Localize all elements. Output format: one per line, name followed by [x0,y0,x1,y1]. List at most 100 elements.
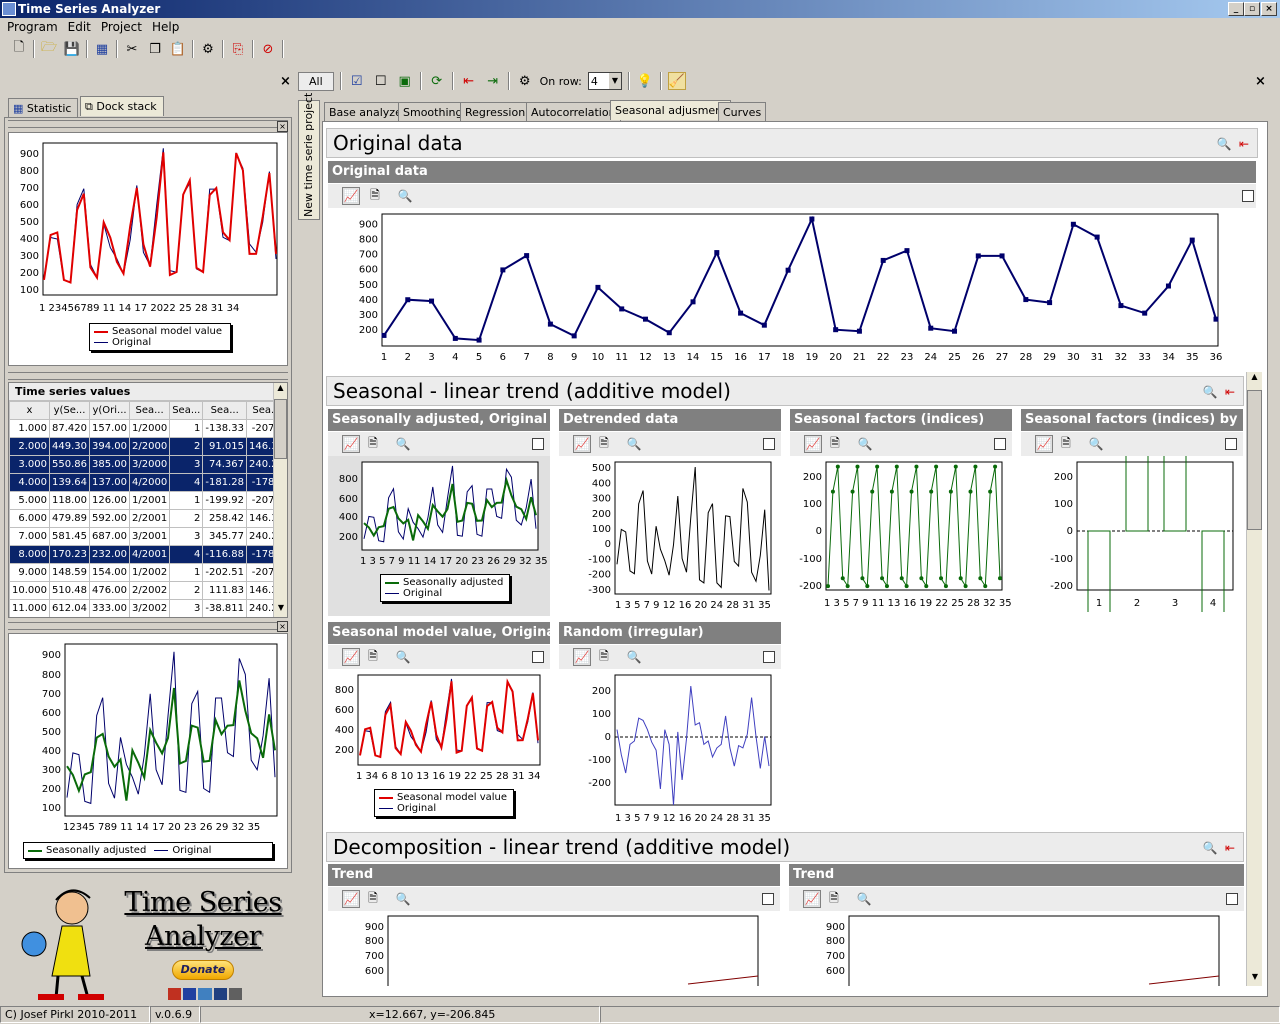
table-view-icon[interactable]: 🗎 [364,890,382,908]
table-view-icon[interactable]: 🗎 [366,187,384,205]
lightbulb-icon[interactable]: 💡 [636,72,654,90]
broom-icon[interactable]: 🧹 [667,72,686,90]
table-cell[interactable]: 3 [169,455,204,474]
chart-view-icon[interactable]: 📈 [803,890,821,908]
table-scrollbar[interactable]: ▲ ▼ [273,383,287,617]
zoom-icon[interactable]: 🔍 [1201,383,1219,401]
maximize-button[interactable]: ▫ [1244,2,1260,16]
table-cell[interactable]: 3.000 [9,455,50,474]
scroll-down-icon[interactable]: ▼ [1247,972,1263,986]
on-row-select[interactable]: 4 ▼ [587,72,622,90]
close-right-panel-icon[interactable]: × [1255,74,1266,89]
toggle-check-icon[interactable]: ▣ [396,72,414,90]
column-header[interactable]: y(Ori... [89,401,130,420]
table-cell[interactable]: 2/2001 [128,509,171,528]
copy-icon[interactable]: ❐ [146,40,164,58]
table-cell[interactable]: 345.77 [202,527,247,546]
table-cell[interactable]: 4 [169,473,204,492]
menu-program[interactable]: Program [2,18,63,36]
panel-grip[interactable] [8,372,288,380]
scroll-thumb[interactable] [1247,390,1262,530]
table-view-icon[interactable]: 🗎 [826,435,844,453]
column-header[interactable]: Sea... [128,401,171,420]
table-cell[interactable]: 333.00 [89,599,130,617]
zoom-icon[interactable]: 🔍 [856,435,874,453]
tab-dock-stack[interactable]: ⧉ Dock stack [80,96,164,116]
chart-view-icon[interactable]: 📈 [342,435,360,453]
subpanel-checkbox[interactable] [762,893,774,905]
table-view-icon[interactable]: 🗎 [364,435,382,453]
table-row[interactable]: 5.000 118.00 126.00 1/2001 1 -199.92 -207.9 [9,491,287,510]
remove-section-icon[interactable]: ⇤ [1221,383,1239,401]
zoom-icon[interactable]: 🔍 [1087,435,1105,453]
table-cell[interactable]: 4.000 [9,473,50,492]
paste-icon[interactable]: 📋 [169,40,187,58]
menu-help[interactable]: Help [147,18,184,36]
chart-view-icon[interactable]: 📈 [1035,435,1053,453]
table-view-icon[interactable]: 🗎 [595,435,613,453]
zoom-icon[interactable]: 🔍 [1201,839,1219,857]
table-cell[interactable]: 4/2000 [128,473,171,492]
table-cell[interactable]: 3/2000 [128,455,171,474]
tab-seasonal-adjusment[interactable]: Seasonal adjusment [610,100,732,120]
column-header[interactable]: Sea... [202,401,247,420]
scroll-up-icon[interactable]: ▲ [274,383,287,397]
zoom-icon[interactable]: 🔍 [396,187,414,205]
zoom-icon[interactable]: 🔍 [394,435,412,453]
scroll-down-icon[interactable]: ▼ [274,603,287,617]
table-cell[interactable]: 3/2001 [128,527,171,546]
table-cell[interactable]: 157.00 [89,419,130,438]
table-cell[interactable]: 137.00 [89,473,130,492]
zoom-icon[interactable]: 🔍 [625,435,643,453]
close-left-panel-icon[interactable]: × [280,74,291,89]
subpanel-checkbox[interactable] [1225,438,1237,450]
close-window-button[interactable]: × [1261,2,1277,16]
minimize-button[interactable]: _ [1228,2,1244,16]
table-cell[interactable]: -116.88 [202,545,247,564]
chevron-down-icon[interactable]: ▼ [608,73,621,89]
panel-grip[interactable] [8,622,288,630]
table-cell[interactable]: -114.45 [203,618,247,619]
check-all-icon[interactable]: ☑ [348,72,366,90]
table-cell[interactable]: 5.000 [9,491,50,510]
table-cell[interactable]: 612.04 [49,599,90,617]
table-cell[interactable]: 3 [169,599,204,617]
save-icon[interactable]: 💾 [63,40,81,58]
table-cell[interactable]: -199.92 [202,491,247,510]
table-cell[interactable]: 200.82 [50,618,90,619]
tab-new-time-serie-project[interactable]: New time serie project [298,93,320,220]
table-cell[interactable]: 148.59 [49,563,90,582]
table-cell[interactable]: 11.000 [9,599,50,617]
scroll-up-icon[interactable]: ▲ [1247,372,1262,386]
zoom-icon[interactable]: 🔍 [394,890,412,908]
table-cell[interactable]: 449.30 [49,437,90,456]
expand-icon[interactable]: ⇥ [484,72,502,90]
subpanel-checkbox[interactable] [532,438,544,450]
uncheck-all-icon[interactable]: ☐ [372,72,390,90]
table-row[interactable]: 6.000 479.89 592.00 2/2001 2 258.42 146.32 [9,509,287,528]
table-cell[interactable]: 154.00 [89,563,130,582]
table-cell[interactable]: 126.00 [89,491,130,510]
chart-view-icon[interactable]: 📈 [342,648,360,666]
table-cell[interactable]: -138.33 [202,419,247,438]
table-cell[interactable]: 2/2000 [128,437,171,456]
table-cell[interactable]: -178.6 [246,618,286,619]
tab-regression[interactable]: Regression [460,102,531,122]
table-cell[interactable]: 2 [169,437,204,456]
tab-base-analyze[interactable]: Base analyze [324,102,407,122]
tab-autocorrelation[interactable]: Autocorrelation [526,102,621,122]
table-cell[interactable]: 1 [169,419,204,438]
table-cell[interactable]: 476.00 [89,581,130,600]
close-panel-icon[interactable]: × [277,621,288,632]
table-cell[interactable]: 385.00 [89,455,130,474]
table-cell[interactable]: 1 [169,491,204,510]
panel-grip[interactable] [8,120,288,128]
table-cell[interactable]: 91.015 [202,437,247,456]
zoom-icon[interactable]: 🔍 [625,648,643,666]
settings-gear-icon[interactable]: ⚙ [516,72,534,90]
remove-section-icon[interactable]: ⇤ [1235,135,1253,153]
new-file-icon[interactable]: 🗋 [10,40,28,58]
main-scrollbar[interactable]: ▲ ▼ [1246,372,1262,986]
close-panel-icon[interactable]: × [277,121,288,132]
table-row[interactable]: 3.000 550.86 385.00 3/2000 3 74.367 240.23 [9,455,287,474]
